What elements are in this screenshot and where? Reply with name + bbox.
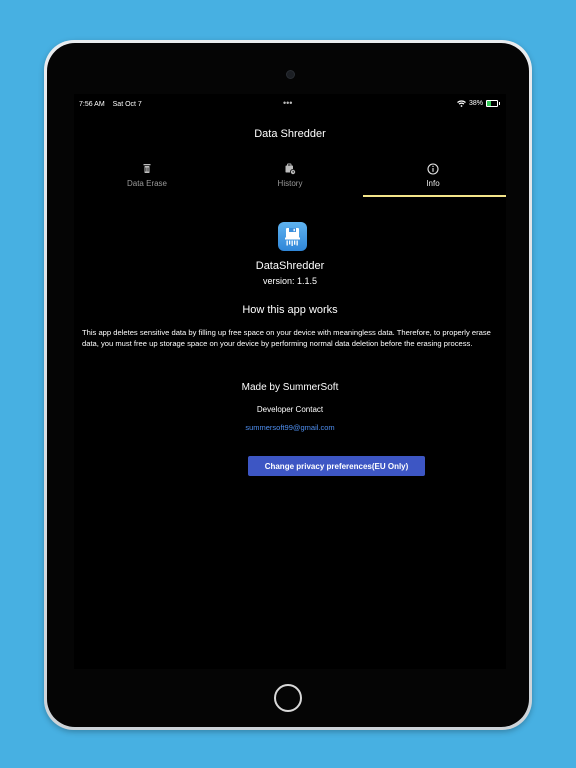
tab-label: History [277,179,303,188]
front-camera [286,70,295,79]
active-tab-indicator [363,195,506,197]
home-button[interactable] [274,684,302,712]
tab-label: Info [426,179,440,188]
info-icon [427,163,439,175]
battery-charging-icon [486,100,498,107]
trash-icon [143,164,151,173]
status-bar-left: 7:56 AM Sat Oct 7 [79,101,148,108]
ipad-frame: 7:56 AM Sat Oct 7 ••• 38% Data Shredder [44,40,532,730]
tab-bar: Data Erase History Info [74,160,506,198]
tab-history[interactable]: History [219,160,361,196]
made-by-label: Made by SummerSoft [241,382,339,393]
floppy-shredder-icon [285,228,300,246]
app-name: DataShredder [255,260,325,272]
battery-percent: 38% [468,100,483,107]
battery-level-fill [487,101,491,106]
tab-info[interactable]: Info [362,160,504,196]
status-bar-right: 38% [457,100,500,107]
app-description: This app deletes sensitive data by filli… [82,328,491,348]
device-bezel: 7:56 AM Sat Oct 7 ••• 38% Data Shredder [47,43,529,727]
tab-data-erase[interactable]: Data Erase [76,160,218,196]
how-it-works-heading: How this app works [242,304,338,316]
status-time: 7:56 AM [79,101,105,108]
developer-contact-label: Developer Contact [256,405,324,414]
battery-tip [499,102,500,105]
nav-title: Data Shredder [254,128,326,140]
tab-label: Data Erase [126,179,168,188]
change-privacy-preferences-button[interactable]: Change privacy preferences(EU Only) [248,456,425,476]
status-date: Sat Oct 7 [112,101,142,108]
multitasking-dots[interactable]: ••• [283,98,292,108]
app-version: version: 1.1.5 [262,276,318,286]
wifi-icon [457,100,466,107]
app-screen: 7:56 AM Sat Oct 7 ••• 38% Data Shredder [74,94,506,669]
shredder-app-icon [278,222,307,251]
developer-email-link[interactable]: summersoft99@gmail.com [74,423,506,432]
history-icon [285,163,296,175]
